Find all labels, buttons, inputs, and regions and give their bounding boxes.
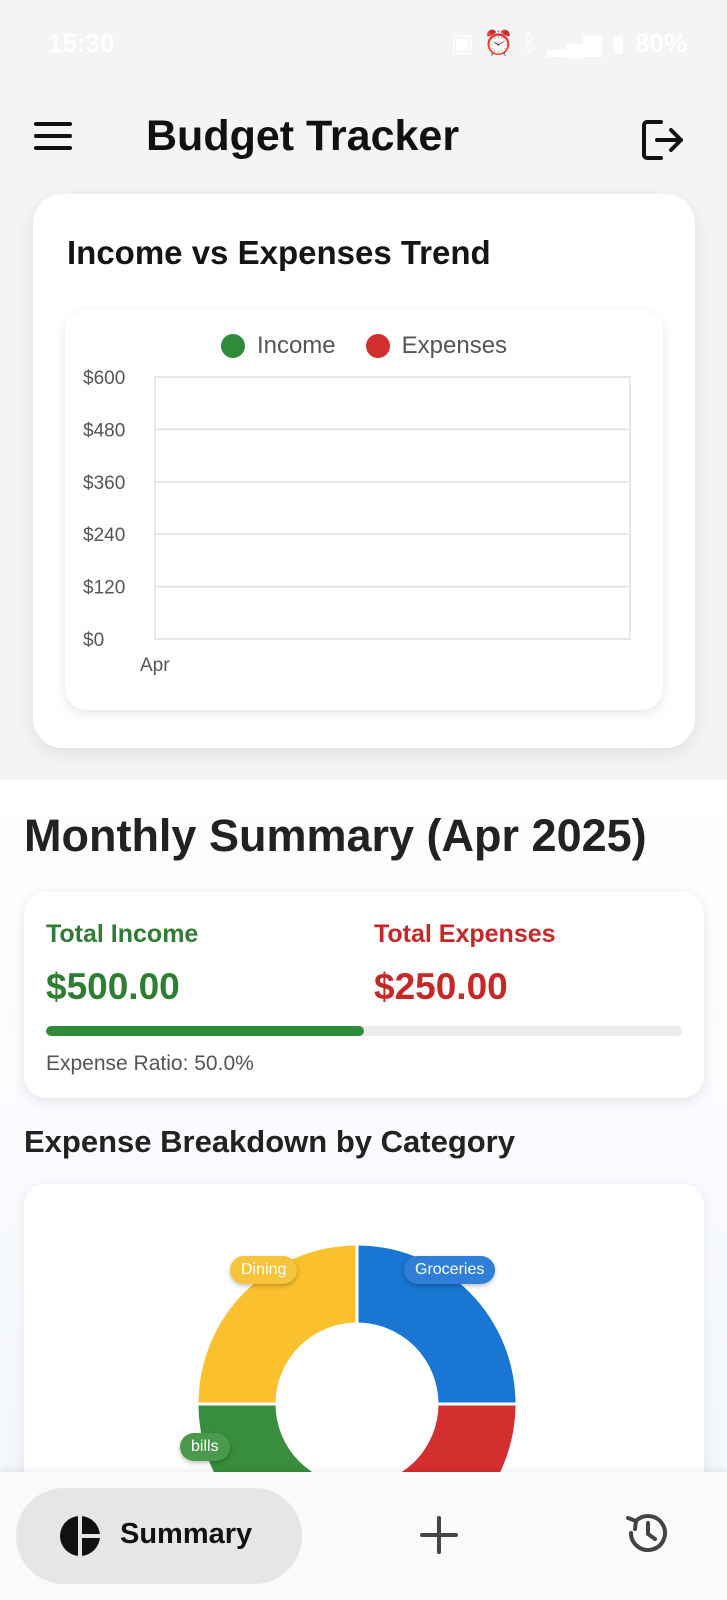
- nav-summary-tab[interactable]: Summary: [16, 1488, 302, 1584]
- trend-title: Income vs Expenses Trend: [67, 234, 491, 271]
- expense-donut-chart: [195, 1242, 519, 1504]
- totals-card: Total Income $500.00 Total Expenses $250…: [24, 892, 704, 1098]
- donut-card: Groceries Dining bills: [24, 1184, 704, 1504]
- app-bar: Budget Tracker: [0, 100, 727, 180]
- breakdown-title: Expense Breakdown by Category: [24, 1124, 515, 1159]
- y-tick-label: $600: [83, 368, 125, 389]
- summary-title: Monthly Summary (Apr 2025): [24, 810, 647, 861]
- y-tick-label: $480: [83, 420, 125, 441]
- expense-ratio-fill: [46, 1026, 364, 1036]
- total-expenses-value: $250.00: [374, 966, 508, 1007]
- menu-icon[interactable]: [34, 122, 74, 158]
- summary-section: Monthly Summary (Apr 2025) Total Income …: [0, 780, 727, 1504]
- signal-icon: ▂▄▆: [547, 30, 602, 57]
- category-label-bills: bills: [180, 1433, 230, 1461]
- plot-frame: [154, 376, 631, 640]
- total-expenses-label: Total Expenses: [374, 920, 556, 948]
- x-tick-label: Apr: [140, 655, 170, 676]
- category-label-groceries: Groceries: [404, 1256, 496, 1284]
- app-title: Budget Tracker: [146, 112, 460, 160]
- category-label-dining: Dining: [230, 1256, 298, 1284]
- battery-percent: 80%: [634, 28, 687, 58]
- nav-summary-label: Summary: [120, 1518, 253, 1550]
- pie-chart-icon: [60, 1514, 102, 1558]
- status-time: 15:30: [48, 28, 115, 58]
- logout-icon[interactable]: [641, 118, 687, 162]
- y-tick-label: $360: [83, 473, 125, 494]
- total-income-label: Total Income: [46, 920, 199, 948]
- plus-icon[interactable]: [416, 1512, 462, 1558]
- alarm-icon: ⏰: [483, 30, 514, 57]
- nfc-icon: ▣: [450, 30, 474, 57]
- bluetooth-icon: ᛒ: [523, 29, 538, 57]
- y-tick-label: $0: [83, 630, 104, 651]
- total-income-value: $500.00: [46, 966, 180, 1007]
- expense-ratio-bar: [46, 1026, 682, 1036]
- history-icon[interactable]: [622, 1508, 672, 1558]
- expense-ratio-text: Expense Ratio: 50.0%: [46, 1052, 254, 1075]
- y-tick-label: $240: [83, 525, 125, 546]
- trend-chart: Income Expenses $600 $480 $360 $240 $120 $0 Ap…: [65, 310, 663, 710]
- status-bar: 15:30 ▣ ⏰ ᛒ ▂▄▆ ▮ 80%: [0, 0, 727, 86]
- y-tick-label: $120: [83, 578, 125, 599]
- status-icons: ▣ ⏰ ᛒ ▂▄▆ ▮ 80%: [451, 28, 687, 59]
- bottom-navigation: Summary: [0, 1472, 727, 1600]
- trend-card: Income vs Expenses Trend Income Expenses…: [33, 194, 695, 748]
- trend-plot: $600 $480 $360 $240 $120 $0 Apr: [83, 368, 631, 676]
- battery-icon: ▮: [611, 30, 625, 57]
